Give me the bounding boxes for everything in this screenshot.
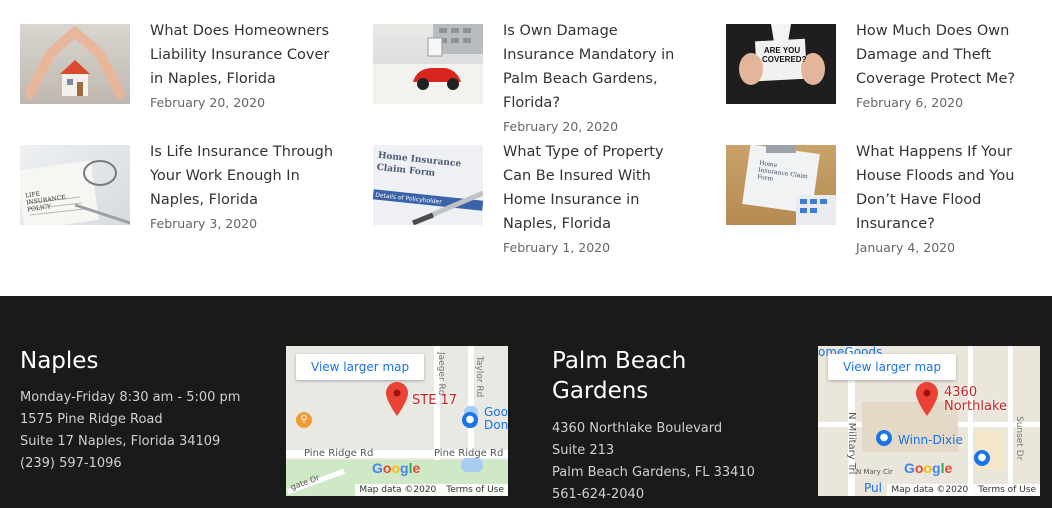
sunset-dr-label: Sunset Dr xyxy=(1014,416,1024,461)
poi-label: Goo Don xyxy=(484,406,508,432)
restaurant-icon[interactable]: ⚲ xyxy=(296,412,312,428)
location-pin-icon[interactable] xyxy=(916,382,938,416)
post-date: February 3, 2020 xyxy=(150,216,258,231)
terms-link[interactable]: Terms of Use xyxy=(978,485,1036,495)
post-date: February 20, 2020 xyxy=(503,119,619,134)
post-date: January 4, 2020 xyxy=(856,240,956,255)
pine-ridge-rd-label-2: Pine Ridge Rd xyxy=(434,448,504,459)
winn-dixie-label: Winn-Dixie xyxy=(898,433,963,447)
post-card: Is Own Damage Insurance Mandatory in Pal… xyxy=(373,23,693,137)
naples-heading: Naples xyxy=(20,348,99,374)
post-card: Home Insurance Claim Form Details of Pol… xyxy=(373,144,693,258)
post-title-link[interactable]: How Much Does Own Damage and Theft Cover… xyxy=(856,19,1046,91)
post-title-link[interactable]: Is Own Damage Insurance Mandatory in Pal… xyxy=(503,19,693,115)
site-footer: Naples Monday-Friday 8:30 am - 5:00 pm 1… xyxy=(0,296,1052,508)
post-card: What Does Homeowners Liability Insurance… xyxy=(20,23,340,113)
mary-cir-label: N Mary Cir xyxy=(856,468,893,476)
pin-label: 4360 Northlake Boulevard #213 xyxy=(944,386,1010,414)
taylor-rd-label: Taylor Rd xyxy=(474,356,484,398)
palm-beach-phone[interactable]: 561-624-2040 xyxy=(552,484,792,506)
post-thumbnail-claim-form-pen[interactable]: Home Insurance Claim Form Details of Pol… xyxy=(373,145,483,225)
post-thumbnail-flood-claim-form[interactable]: Home Insurance Claim Form xyxy=(726,145,836,225)
palm-beach-map[interactable]: omeGoods View larger map N Military Trl … xyxy=(818,346,1040,496)
post-title-link[interactable]: What Happens If Your House Floods and Yo… xyxy=(856,140,1046,236)
map-attribution: Map data ©2020 Terms of Use xyxy=(355,484,508,496)
naples-info: Monday-Friday 8:30 am - 5:00 pm 1575 Pin… xyxy=(20,387,260,475)
post-title-link[interactable]: Is Life Insurance Through Your Work Enou… xyxy=(150,140,340,212)
palm-beach-address-line1: 4360 Northlake Boulevard xyxy=(552,421,723,436)
post-card: LIFE INSURANCE POLICY Is Life Insurance … xyxy=(20,144,340,234)
post-thumbnail-house-hands[interactable] xyxy=(20,24,130,104)
location-pin-icon[interactable] xyxy=(386,382,408,416)
map-attribution: Map data ©2020 Terms of Use xyxy=(887,484,1040,496)
post-date: February 20, 2020 xyxy=(150,95,266,110)
palm-beach-info: 4360 Northlake Boulevard Suite 213 Palm … xyxy=(552,418,792,506)
naples-phone[interactable]: (239) 597-1096 xyxy=(20,453,260,475)
shopping-icon[interactable]: ● xyxy=(462,412,478,428)
view-larger-map-link[interactable]: View larger map xyxy=(828,354,957,380)
jaeger-rd-label: Jaeger Rd xyxy=(436,352,446,396)
post-card: ARE YOU COVERED? How Much Does Own Damag… xyxy=(726,23,1046,113)
naples-hours: Monday-Friday 8:30 am - 5:00 pm xyxy=(20,390,241,405)
post-thumbnail-life-insurance-policy[interactable]: LIFE INSURANCE POLICY xyxy=(20,145,130,225)
post-date: February 6, 2020 xyxy=(856,95,964,110)
map-data-text: Map data ©2020 xyxy=(891,485,969,495)
naples-address-line1: 1575 Pine Ridge Road xyxy=(20,412,163,427)
google-logo: Google xyxy=(904,460,953,476)
palm-beach-address-line3: Palm Beach Gardens, FL 33410 xyxy=(552,465,755,480)
view-larger-map-link[interactable]: View larger map xyxy=(296,354,425,380)
palm-beach-address-line2: Suite 213 xyxy=(552,443,615,458)
post-title-link[interactable]: What Type of Property Can Be Insured Wit… xyxy=(503,140,693,236)
google-logo: Google xyxy=(372,460,421,476)
military-trl-label: N Military Trl xyxy=(846,412,857,475)
naples-map[interactable]: View larger map Jaeger Rd Taylor Rd STE … xyxy=(286,346,508,496)
pine-ridge-rd-label: Pine Ridge Rd xyxy=(304,448,374,459)
pin-label: STE 17 xyxy=(412,393,458,408)
naples-address-line2: Suite 17 Naples, Florida 34109 xyxy=(20,434,221,449)
terms-link[interactable]: Terms of Use xyxy=(446,485,504,495)
recent-posts-grid: What Does Homeowners Liability Insurance… xyxy=(0,0,1052,296)
cover-sign-text: ARE YOU COVERED? xyxy=(762,46,807,64)
post-thumbnail-are-you-covered[interactable]: ARE YOU COVERED? xyxy=(726,24,836,104)
map-data-text: Map data ©2020 xyxy=(359,485,437,495)
post-card: Home Insurance Claim Form What Happens I… xyxy=(726,144,1046,258)
shopping-cart-icon[interactable]: ● xyxy=(876,430,892,446)
palm-beach-heading: Palm Beach Gardens xyxy=(552,348,687,404)
bottom-poi-label: Pul xyxy=(864,481,882,495)
shopping-cart-icon-2[interactable]: ● xyxy=(974,450,990,466)
post-thumbnail-car-calculator[interactable] xyxy=(373,24,483,104)
post-title-link[interactable]: What Does Homeowners Liability Insurance… xyxy=(150,19,340,91)
post-date: February 1, 2020 xyxy=(503,240,611,255)
